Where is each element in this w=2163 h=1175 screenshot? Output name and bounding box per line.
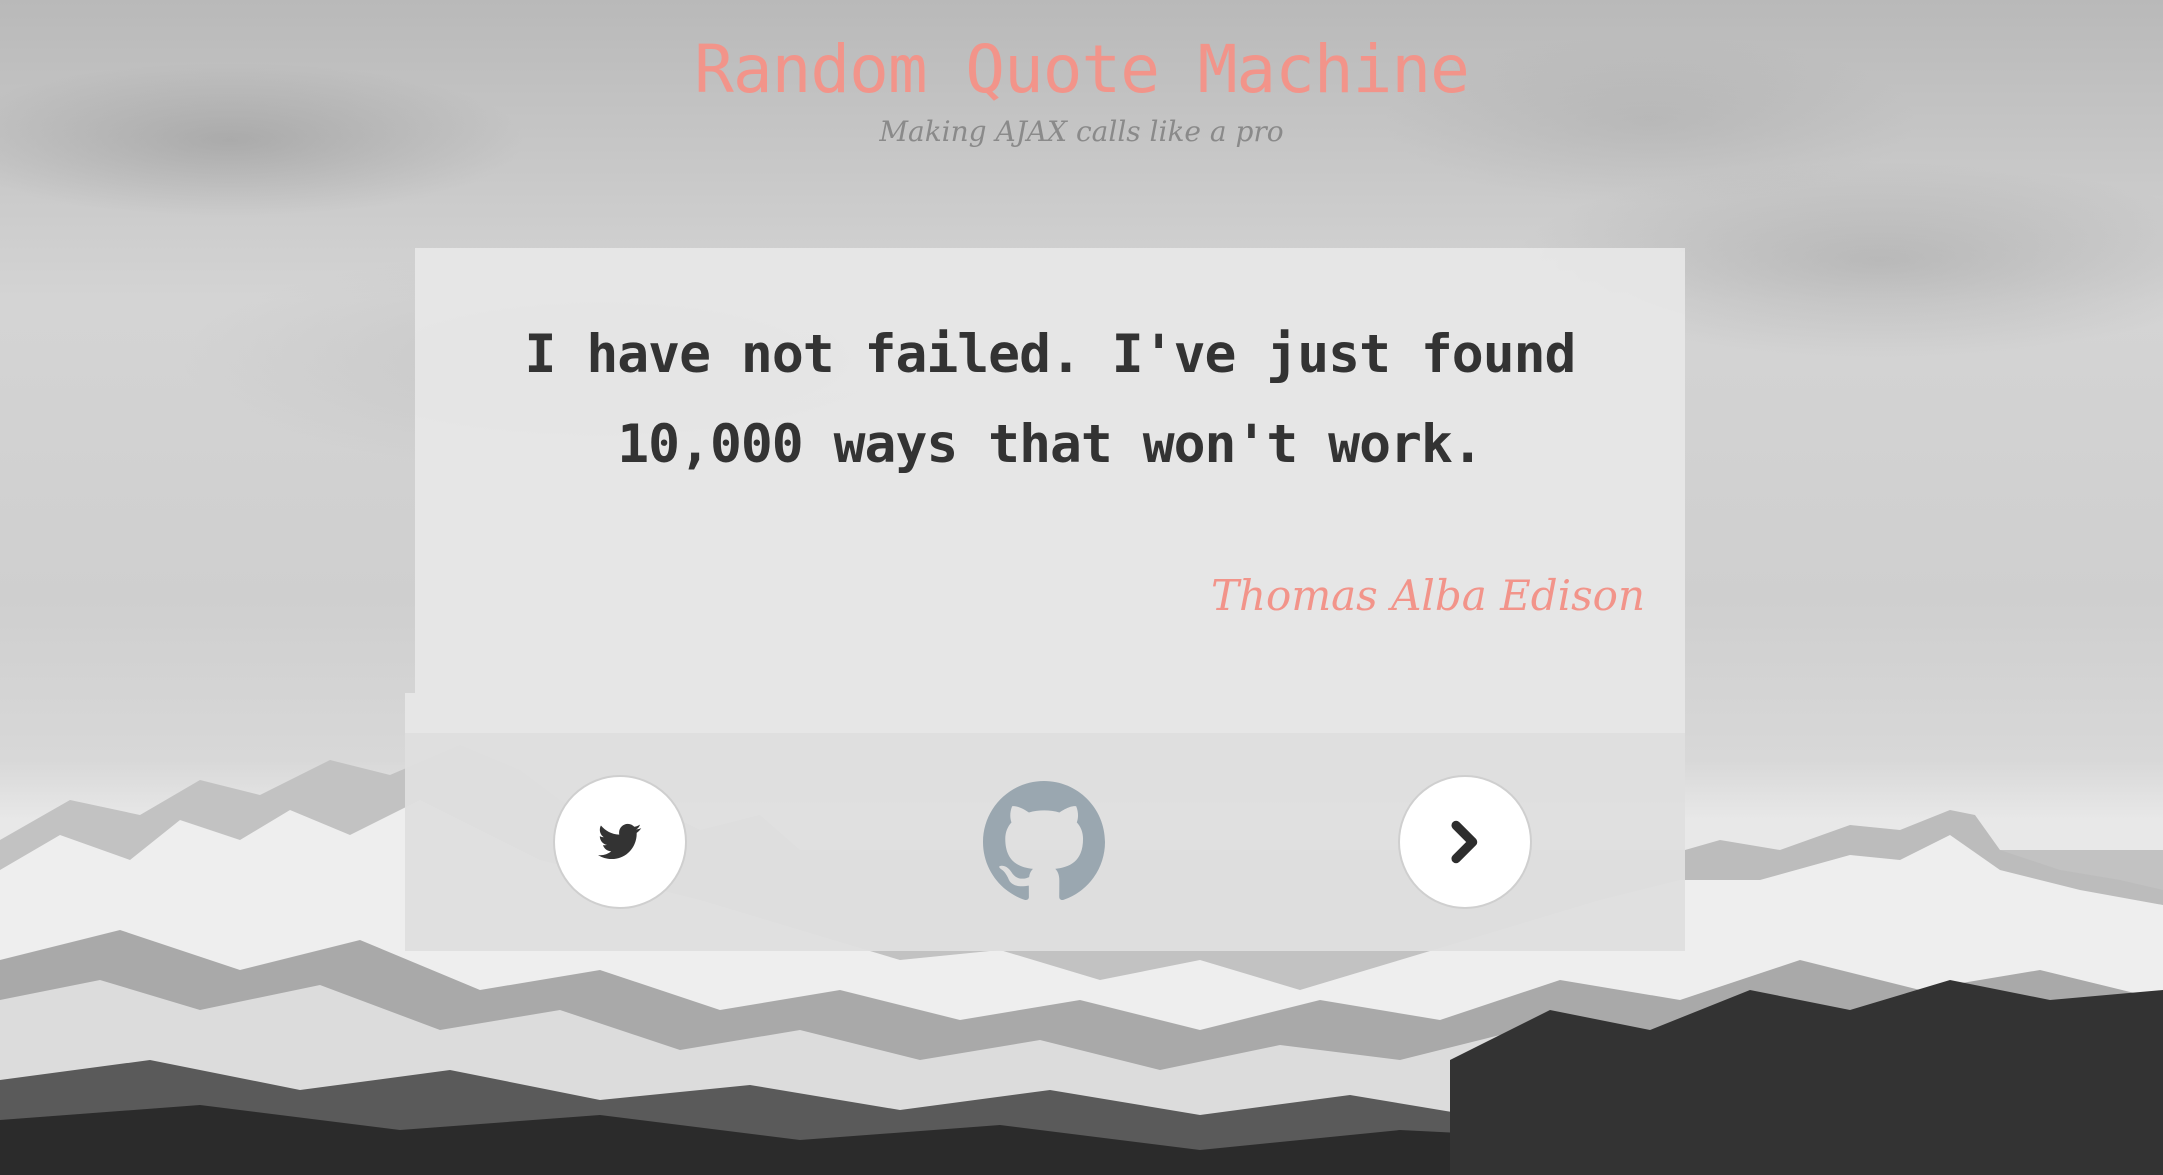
app-title: Random Quote Machine — [694, 31, 1470, 108]
github-octocat-icon — [983, 781, 1105, 900]
page-header: Random Quote Machine Making AJAX calls l… — [0, 28, 2163, 152]
twitter-icon — [598, 823, 642, 860]
quote-text: I have not failed. I've just found 10,00… — [524, 324, 1577, 475]
next-quote-button[interactable] — [1398, 775, 1532, 909]
quote-author: Thomas Alba Edison — [1210, 571, 1645, 620]
tweet-button[interactable] — [553, 775, 687, 909]
chevron-right-icon — [1451, 820, 1478, 864]
app-subtitle: Making AJAX calls like a pro — [879, 115, 1284, 148]
quote-card: I have not failed. I've just found 10,00… — [405, 248, 1685, 733]
action-bar — [405, 733, 1685, 951]
github-link[interactable] — [983, 781, 1105, 903]
card-notch — [405, 693, 415, 733]
